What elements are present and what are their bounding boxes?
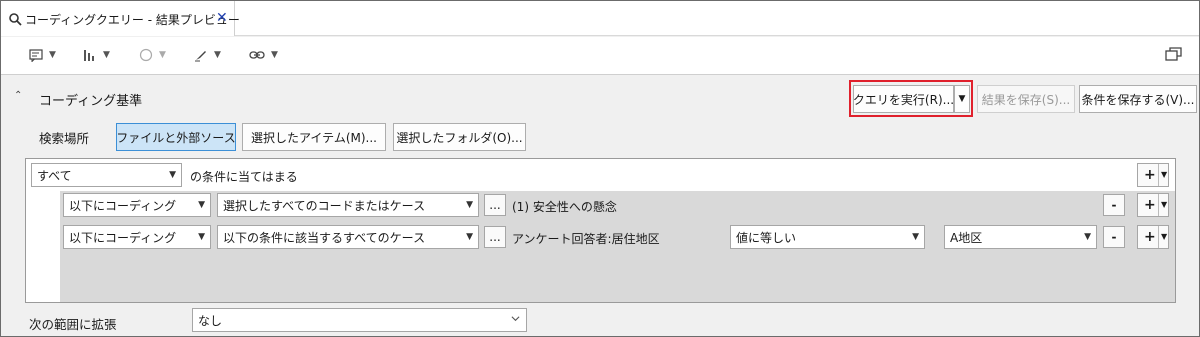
- chevron-down-icon: ▼: [271, 50, 278, 60]
- tab-query-preview[interactable]: コーディングクエリー - 結果プレビュー ✕: [1, 1, 240, 36]
- chart-button[interactable]: ▼: [83, 45, 110, 65]
- attribute-value: A地区: [950, 230, 983, 245]
- add-row-button[interactable]: + ▼: [1137, 193, 1169, 217]
- tab-title: コーディングクエリー - 結果プレビュー: [25, 13, 240, 27]
- search-location-label: 検索場所: [39, 131, 90, 146]
- browse-button[interactable]: ...: [484, 226, 506, 248]
- attribute-name: アンケート回答者:居住地区: [512, 232, 660, 246]
- chevron-down-icon: ▼: [1161, 200, 1168, 209]
- criteria-panel: すべて ▼ の条件に当てはまる + ▼ 以下にコーディング ▼ 選択したすべてのコ…: [25, 158, 1176, 303]
- divider: [1158, 164, 1159, 186]
- coding-scope-select[interactable]: 選択したすべてのコードまたはケース ▼: [217, 193, 479, 217]
- match-mode-text: の条件に当てはまる: [190, 170, 298, 184]
- highlight-box: [849, 80, 973, 117]
- remove-criterion-button[interactable]: -: [1103, 194, 1125, 216]
- coding-type-value: 以下にコーディング: [69, 230, 177, 245]
- operator-select[interactable]: 値に等しい ▼: [730, 225, 925, 249]
- criteria-rows-area: 以下にコーディング ▼ 選択したすべてのコードまたはケース ▼ ... (1) …: [60, 191, 1175, 302]
- chevron-down-icon: ▼: [1161, 170, 1168, 179]
- tab-bar: コーディングクエリー - 結果プレビュー ✕: [1, 1, 1199, 36]
- link-button[interactable]: ▼: [249, 45, 278, 65]
- save-results-button[interactable]: 結果を保存(S)...: [977, 85, 1075, 113]
- section-title: コーディング基準: [39, 94, 143, 109]
- match-mode-value: すべて: [37, 168, 72, 183]
- plus-icon: +: [1144, 197, 1156, 213]
- circle-icon: [139, 48, 153, 62]
- chevron-down-icon: ▼: [1084, 232, 1091, 242]
- note-button[interactable]: ▼: [29, 45, 56, 65]
- coding-type-select[interactable]: 以下にコーディング ▼: [63, 193, 211, 217]
- attribute-value-select[interactable]: A地区 ▼: [944, 225, 1097, 249]
- add-row-button[interactable]: + ▼: [1137, 225, 1169, 249]
- criterion-target: (1) 安全性への懸念: [512, 200, 617, 214]
- plus-icon: +: [1144, 167, 1156, 183]
- search-selected-items-button[interactable]: 選択したアイテム(M)...: [242, 123, 386, 151]
- chevron-down-icon: [511, 316, 520, 322]
- add-criterion-button[interactable]: + ▼: [1137, 163, 1169, 187]
- search-files-external-button[interactable]: ファイルと外部ソース: [116, 123, 236, 151]
- chevron-down-icon: ▼: [198, 232, 205, 242]
- expand-label: 次の範囲に拡張: [29, 317, 117, 332]
- coding-scope-value: 選択したすべてのコードまたはケース: [223, 198, 426, 213]
- query-search-icon: [9, 13, 22, 26]
- coding-type-select[interactable]: 以下にコーディング ▼: [63, 225, 211, 249]
- collapse-icon[interactable]: ⌃: [14, 90, 22, 101]
- operator-value: 値に等しい: [736, 230, 797, 245]
- coding-scope-value: 以下の条件に該当するすべてのケース: [223, 230, 426, 245]
- search-selected-folder-button[interactable]: 選択したフォルダ(O)...: [393, 123, 526, 151]
- divider: [1158, 194, 1159, 216]
- query-window: コーディングクエリー - 結果プレビュー ✕ ▼ ▼ ▼ ▼ ▼ ⌃ コーディン…: [0, 0, 1200, 337]
- chevron-down-icon: ▼: [1161, 232, 1168, 241]
- chevron-down-icon: ▼: [198, 200, 205, 210]
- remove-criterion-button[interactable]: -: [1103, 226, 1125, 248]
- note-icon: [29, 48, 43, 62]
- browse-button[interactable]: ...: [484, 194, 506, 216]
- chart-icon: [84, 50, 94, 61]
- toolbar: ▼ ▼ ▼ ▼ ▼: [1, 37, 1199, 75]
- chevron-down-icon: ▼: [466, 200, 473, 210]
- expand-value: なし: [198, 313, 223, 328]
- chevron-down-icon: ▼: [49, 50, 56, 60]
- coding-type-value: 以下にコーディング: [69, 198, 177, 213]
- link-icon: [249, 51, 265, 59]
- chevron-down-icon: ▼: [214, 50, 221, 60]
- brush-icon: [195, 51, 206, 62]
- circle-button[interactable]: ▼: [139, 45, 166, 65]
- save-criteria-button[interactable]: 条件を保存する(V)...: [1079, 85, 1197, 113]
- plus-icon: +: [1144, 229, 1156, 245]
- match-mode-select[interactable]: すべて ▼: [31, 163, 182, 187]
- restore-window-icon[interactable]: [1165, 46, 1183, 62]
- chevron-down-icon: ▼: [169, 170, 176, 180]
- chevron-down-icon: ▼: [103, 50, 110, 60]
- chevron-down-icon: ▼: [159, 50, 166, 60]
- divider: [1158, 226, 1159, 248]
- expand-select[interactable]: なし: [192, 308, 527, 332]
- chevron-down-icon: ▼: [912, 232, 919, 242]
- coding-scope-select[interactable]: 以下の条件に該当するすべてのケース ▼: [217, 225, 479, 249]
- brush-button[interactable]: ▼: [194, 45, 221, 65]
- close-icon[interactable]: ✕: [216, 10, 228, 26]
- chevron-down-icon: ▼: [466, 232, 473, 242]
